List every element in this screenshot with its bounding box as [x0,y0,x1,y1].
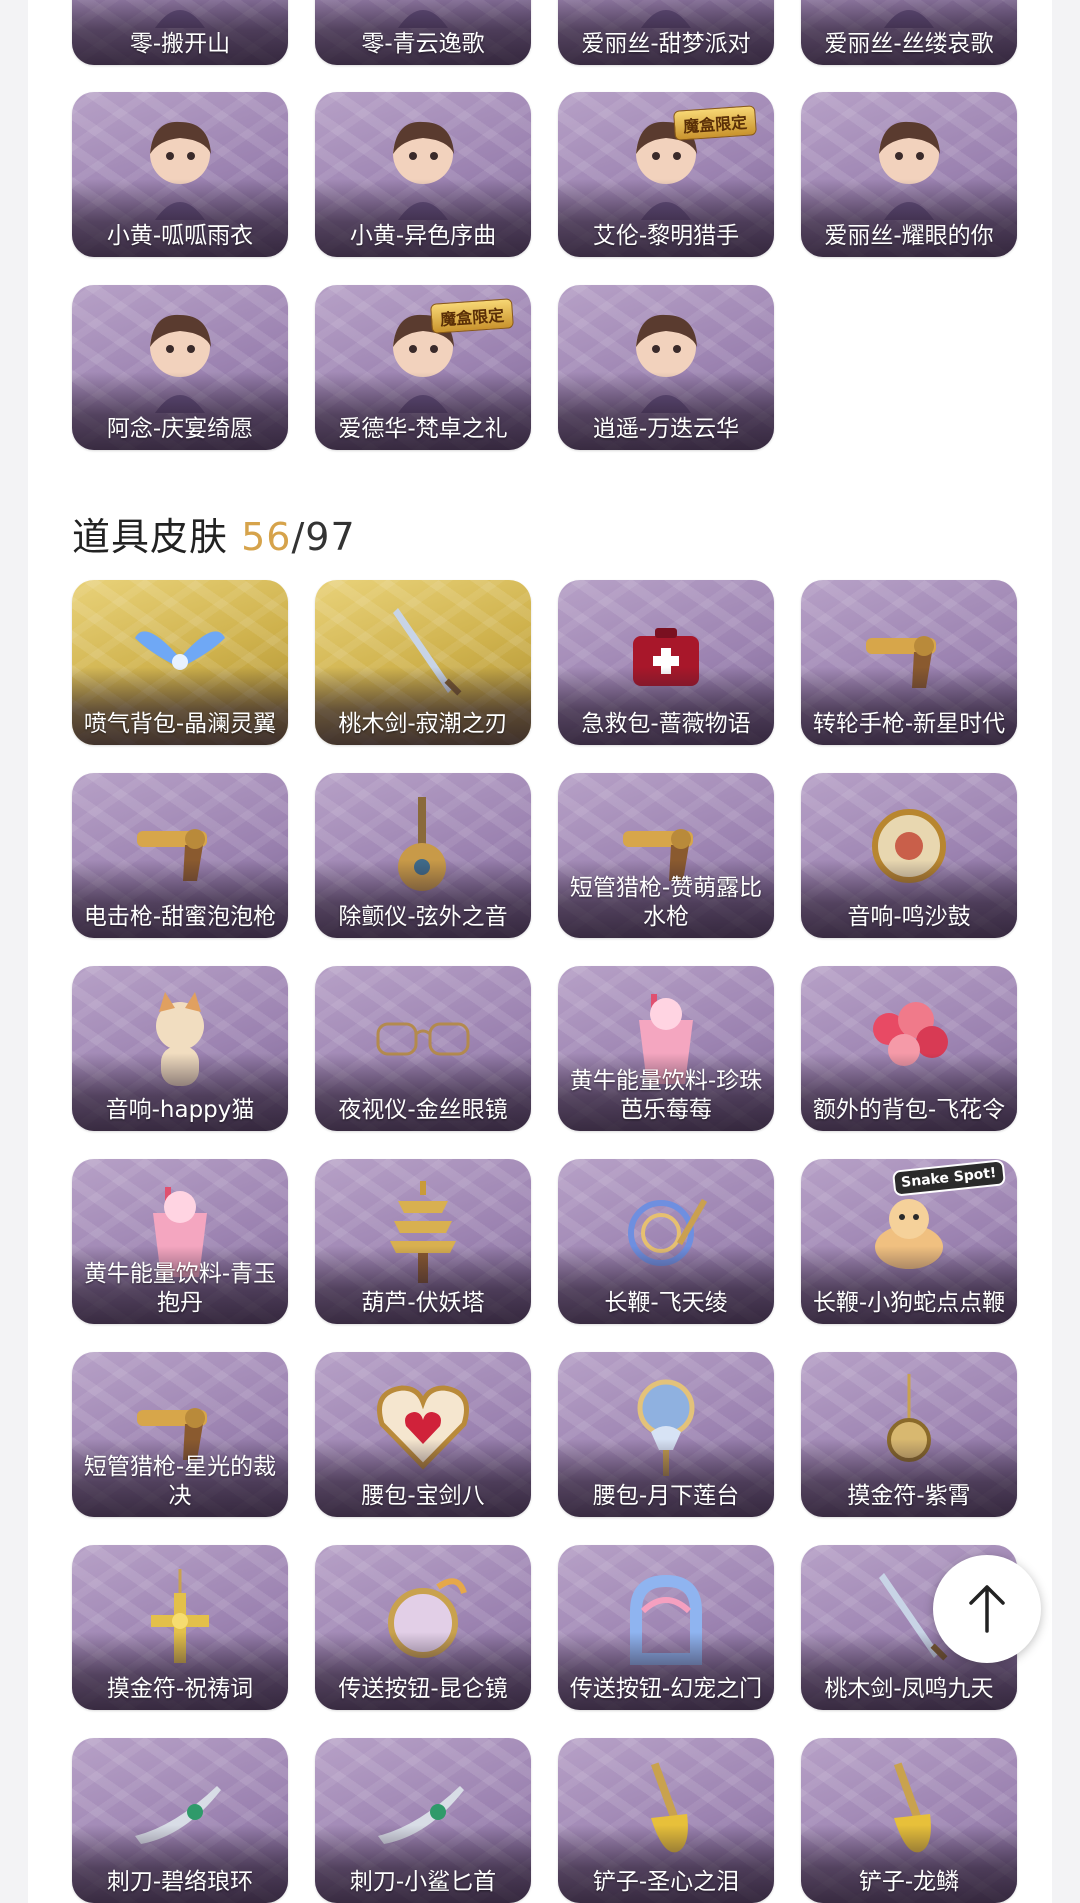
character-skin-grid: 零-搬开山 零-青云逸歌 爱丽丝-甜梦派对 爱丽丝-丝缕哀歌小黄-呱呱雨衣 小黄-异色序… [72,0,1020,460]
skin-card[interactable]: 零-搬开山 [72,0,288,65]
skin-name: 阿念-庆宴绮愿 [106,416,254,442]
skin-name: 音响-happy猫 [105,1097,255,1123]
section-header-item-skins: 道具皮肤 56/97 [72,506,356,561]
skin-name: 短管猎枪-赞萌露比水枪 [569,875,763,930]
skin-name: 艾伦-黎明猎手 [592,223,740,249]
skin-name: 铲子-圣心之泪 [592,1869,740,1895]
skin-card[interactable]: 魔盒限定艾伦-黎明猎手 [558,92,774,257]
total-count: /97 [291,515,356,559]
owned-count: 56 [241,515,292,559]
limited-badge: 魔盒限定 [673,105,757,141]
skin-name: 小黄-异色序曲 [349,223,497,249]
skin-name: 小黄-呱呱雨衣 [106,223,254,249]
skin-name: 刺刀-小鲨匕首 [349,1869,497,1895]
skin-card[interactable]: 爱丽丝-耀眼的你 [801,92,1017,257]
skin-name: 传送按钮-昆仑镜 [338,1676,508,1702]
skin-name: 爱德华-梵卓之礼 [338,416,508,442]
skin-name: 摸金符-紫霄 [847,1483,971,1509]
skin-card[interactable]: 刺刀-碧络琅环 [72,1738,288,1903]
skin-card[interactable]: 传送按钮-昆仑镜 [315,1545,531,1710]
skin-card[interactable]: 短管猎枪-赞萌露比水枪 [558,773,774,938]
skin-card[interactable]: 夜视仪-金丝眼镜 [315,966,531,1131]
skin-name: 传送按钮-幻宠之门 [569,1676,763,1702]
skin-card[interactable]: 摸金符-紫霄 [801,1352,1017,1517]
skin-card[interactable]: 小黄-呱呱雨衣 [72,92,288,257]
skin-card[interactable]: 铲子-圣心之泪 [558,1738,774,1903]
skin-card[interactable]: 爱丽丝-丝缕哀歌 [801,0,1017,65]
skin-name: 桃木剑-凤鸣九天 [824,1676,994,1702]
skin-name: 除颤仪-弦外之音 [338,904,508,930]
skin-name: 短管猎枪-星光的裁决 [83,1454,277,1509]
skin-name: 音响-鸣沙鼓 [847,904,971,930]
skin-name: 喷气背包-晶澜灵翼 [83,711,277,737]
skin-card[interactable]: 逍遥-万迭云华 [558,285,774,450]
skin-name: 葫芦-伏妖塔 [361,1290,485,1316]
skin-card[interactable]: 爱丽丝-甜梦派对 [558,0,774,65]
skin-card[interactable]: Snake Spot! 长鞭-小狗蛇点点鞭 [801,1159,1017,1324]
skin-name: 逍遥-万迭云华 [592,416,740,442]
skin-name: 零-青云逸歌 [361,31,485,57]
skin-name: 腰包-宝剑八 [361,1483,485,1509]
skin-name: 长鞭-飞天绫 [604,1290,728,1316]
section-title: 道具皮肤 [72,515,229,559]
skin-name: 爱丽丝-丝缕哀歌 [824,31,994,57]
skin-card[interactable]: 葫芦-伏妖塔 [315,1159,531,1324]
skin-name: 爱丽丝-耀眼的你 [824,223,994,249]
skin-name: 铲子-龙鳞 [858,1869,960,1895]
scroll-to-top-button[interactable] [933,1555,1041,1663]
skin-name: 额外的背包-飞花令 [812,1097,1006,1123]
skin-name: 腰包-月下莲台 [592,1483,740,1509]
skin-card[interactable]: 电击枪-甜蜜泡泡枪 [72,773,288,938]
skin-name: 黄牛能量饮料-青玉抱丹 [83,1261,277,1316]
skin-card[interactable]: 长鞭-飞天绫 [558,1159,774,1324]
item-skin-grid: 喷气背包-晶澜灵翼 桃木剑-寂潮之刃 急救包-蔷薇物语 转轮手枪-新星时代电击枪-甜蜜… [72,580,1020,1903]
skin-card[interactable]: 铲子-龙鳞 [801,1738,1017,1903]
skin-card[interactable]: 黄牛能量饮料-青玉抱丹 [72,1159,288,1324]
skin-card[interactable]: 腰包-月下莲台 [558,1352,774,1517]
skin-card[interactable]: 魔盒限定爱德华-梵卓之礼 [315,285,531,450]
skin-name: 夜视仪-金丝眼镜 [338,1097,508,1123]
skin-card[interactable]: 额外的背包-飞花令 [801,966,1017,1131]
skin-card[interactable]: 黄牛能量饮料-珍珠芭乐莓莓 [558,966,774,1131]
skin-name: 急救包-蔷薇物语 [581,711,751,737]
skin-card[interactable]: 刺刀-小鲨匕首 [315,1738,531,1903]
skin-name: 电击枪-甜蜜泡泡枪 [83,904,277,930]
skin-card[interactable]: 桃木剑-寂潮之刃 [315,580,531,745]
skin-card[interactable]: 小黄-异色序曲 [315,92,531,257]
skin-name: 长鞭-小狗蛇点点鞭 [812,1290,1006,1316]
skin-card[interactable]: 转轮手枪-新星时代 [801,580,1017,745]
skin-card[interactable]: 除颤仪-弦外之音 [315,773,531,938]
skin-card[interactable]: 急救包-蔷薇物语 [558,580,774,745]
limited-badge: 魔盒限定 [430,298,514,334]
skin-card[interactable]: 传送按钮-幻宠之门 [558,1545,774,1710]
skin-name: 转轮手枪-新星时代 [812,711,1006,737]
skin-name: 桃木剑-寂潮之刃 [338,711,508,737]
skin-name: 刺刀-碧络琅环 [106,1869,254,1895]
skin-card[interactable]: 短管猎枪-星光的裁决 [72,1352,288,1517]
skin-name: 爱丽丝-甜梦派对 [581,31,751,57]
skin-card[interactable]: 阿念-庆宴绮愿 [72,285,288,450]
skin-card[interactable]: 音响-鸣沙鼓 [801,773,1017,938]
skin-card[interactable]: 零-青云逸歌 [315,0,531,65]
arrow-up-icon [969,1585,1005,1633]
skin-card[interactable]: 喷气背包-晶澜灵翼 [72,580,288,745]
skin-name: 零-搬开山 [129,31,231,57]
skin-name: 黄牛能量饮料-珍珠芭乐莓莓 [569,1068,763,1123]
skin-card[interactable]: 音响-happy猫 [72,966,288,1131]
skin-card[interactable]: 腰包-宝剑八 [315,1352,531,1517]
skin-name: 摸金符-祝祷词 [106,1676,254,1702]
skin-card[interactable]: 摸金符-祝祷词 [72,1545,288,1710]
